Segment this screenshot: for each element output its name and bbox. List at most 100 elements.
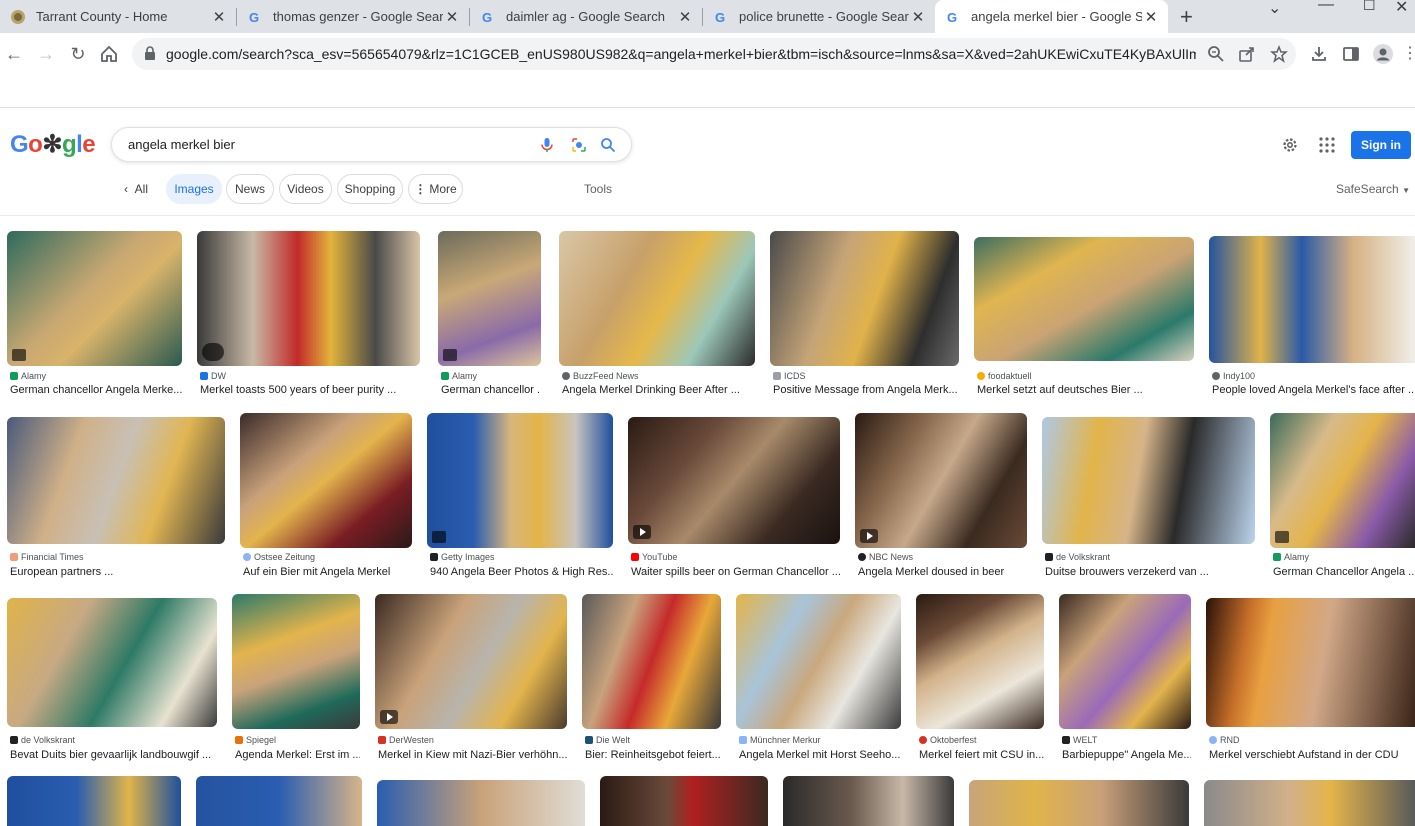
tab-more[interactable]: ⋮ More [408, 174, 463, 204]
result-thumbnail[interactable] [736, 594, 901, 729]
forward-arrow-icon[interactable]: → [34, 42, 58, 66]
tab-images[interactable]: Images [166, 174, 222, 204]
image-result[interactable]: Alamy German chancellor ... [438, 231, 541, 396]
tools-button[interactable]: Tools [584, 182, 612, 196]
result-caption[interactable]: Waiter spills beer on German Chancellor … [631, 566, 840, 578]
address-bar[interactable]: google.com/search?sca_esv=565654079&rlz=… [132, 38, 1296, 70]
result-caption[interactable]: Merkel in Kiew mit Nazi-Bier verhöhn... [378, 749, 567, 761]
bookmark-star-icon[interactable] [1270, 45, 1288, 63]
result-thumbnail[interactable] [375, 594, 567, 729]
result-source[interactable]: ICDS [773, 371, 806, 381]
result-thumbnail[interactable] [628, 417, 840, 544]
image-result[interactable]: Die Welt Bier: Reinheitsgebot feiert... [582, 594, 721, 763]
browser-tab[interactable]: G thomas genzer - Google Search ✕ [237, 0, 469, 33]
reload-icon[interactable]: ↻ [66, 42, 90, 66]
result-caption[interactable]: Merkel feiert mit CSU in... [919, 749, 1044, 761]
image-result[interactable] [783, 776, 954, 826]
result-thumbnail[interactable] [7, 231, 182, 366]
result-source[interactable]: Alamy [1273, 552, 1309, 562]
maximize-button[interactable]: ☐ [1363, 0, 1376, 14]
result-caption[interactable]: Bevat Duits bier gevaarlijk landbouwgif … [10, 749, 217, 761]
image-result[interactable] [377, 780, 585, 826]
tab-news[interactable]: News [226, 174, 274, 204]
zoom-icon[interactable] [1207, 45, 1225, 63]
home-icon[interactable] [99, 44, 119, 64]
search-box[interactable]: angela merkel bier [111, 127, 632, 162]
result-thumbnail[interactable] [427, 413, 613, 548]
result-caption[interactable]: German chancellor ... [441, 384, 541, 396]
image-result[interactable]: Alamy German Chancellor Angela ... [1270, 413, 1415, 580]
result-thumbnail[interactable] [196, 776, 362, 826]
side-panel-icon[interactable] [1342, 45, 1360, 63]
browser-tab[interactable]: Tarrant County - Home ✕ [0, 0, 236, 33]
image-result[interactable]: Oktoberfest Merkel feiert mit CSU in... [916, 594, 1044, 763]
result-source[interactable]: Alamy [10, 371, 46, 381]
result-caption[interactable]: Merkel verschiebt Aufstand in der CDU [1209, 749, 1415, 761]
image-result[interactable] [969, 780, 1189, 826]
image-result[interactable]: DerWesten Merkel in Kiew mit Nazi-Bier v… [375, 594, 567, 763]
result-caption[interactable]: Positive Message from Angela Merk... [773, 384, 959, 396]
result-thumbnail[interactable] [1206, 598, 1415, 727]
sign-in-button[interactable]: Sign in [1351, 131, 1411, 159]
image-result[interactable]: Getty Images 940 Angela Beer Photos & Hi… [427, 413, 613, 580]
result-source[interactable]: Alamy [441, 371, 477, 381]
result-thumbnail[interactable] [855, 413, 1027, 548]
result-thumbnail[interactable] [1209, 236, 1415, 363]
result-thumbnail[interactable] [240, 413, 412, 548]
tab-videos[interactable]: Videos [279, 174, 332, 204]
tab-search-chevron-icon[interactable]: ⌄ [1268, 0, 1281, 18]
result-thumbnail[interactable] [1270, 413, 1415, 548]
result-caption[interactable]: Duitse brouwers verzekerd van ... [1045, 566, 1255, 578]
result-source[interactable]: WELT [1062, 735, 1097, 745]
result-caption[interactable]: European partners ... [10, 566, 225, 578]
result-caption[interactable]: 940 Angela Beer Photos & High Res... [430, 566, 613, 578]
result-thumbnail[interactable] [974, 237, 1194, 361]
google-logo[interactable]: Go✻gle [10, 130, 96, 159]
result-thumbnail[interactable] [7, 776, 181, 826]
result-source[interactable]: Oktoberfest [919, 735, 977, 745]
result-thumbnail[interactable] [969, 780, 1189, 826]
close-icon[interactable]: ✕ [909, 8, 927, 26]
result-thumbnail[interactable] [600, 776, 768, 826]
close-icon[interactable]: ✕ [676, 8, 694, 26]
result-source[interactable]: RND [1209, 735, 1240, 745]
image-result[interactable] [7, 776, 181, 826]
image-result[interactable]: DW Merkel toasts 500 years of beer purit… [197, 231, 420, 396]
result-caption[interactable]: Angela Merkel mit Horst Seeho... [739, 749, 901, 761]
result-caption[interactable]: Merkel toasts 500 years of beer purity .… [200, 384, 420, 396]
close-icon[interactable]: ✕ [210, 8, 228, 26]
result-source[interactable]: Financial Times [10, 552, 84, 562]
back-arrow-icon[interactable]: ← [2, 42, 26, 66]
microphone-icon[interactable] [539, 137, 555, 153]
result-source[interactable]: DerWesten [378, 735, 434, 745]
download-icon[interactable] [1310, 45, 1328, 63]
image-result[interactable]: RND Merkel verschiebt Aufstand in der CD… [1206, 598, 1415, 763]
tab-shopping[interactable]: Shopping [337, 174, 403, 204]
result-source[interactable]: NBC News [858, 552, 913, 562]
image-result[interactable]: Indy100 People loved Angela Merkel's fac… [1209, 236, 1415, 396]
result-caption[interactable]: German chancellor Angela Merke... [10, 384, 182, 396]
share-icon[interactable] [1238, 45, 1256, 63]
result-source[interactable]: Münchner Merkur [739, 735, 821, 745]
result-source[interactable]: BuzzFeed News [562, 371, 639, 381]
result-thumbnail[interactable] [197, 231, 420, 366]
result-source[interactable]: Spiegel [235, 735, 276, 745]
image-result[interactable]: NBC News Angela Merkel doused in beer [855, 413, 1027, 580]
result-thumbnail[interactable] [1042, 417, 1255, 544]
image-result[interactable]: foodaktuell Merkel setzt auf deutsches B… [974, 237, 1194, 396]
result-source[interactable]: Die Welt [585, 735, 630, 745]
result-thumbnail[interactable] [582, 594, 721, 729]
result-thumbnail[interactable] [1204, 780, 1415, 826]
safesearch-menu[interactable]: SafeSearch ▼ [1336, 182, 1410, 196]
image-result[interactable] [1204, 780, 1415, 826]
result-thumbnail[interactable] [7, 417, 225, 544]
new-tab-button[interactable]: + [1180, 4, 1193, 30]
result-thumbnail[interactable] [232, 594, 360, 729]
image-result[interactable]: Alamy German chancellor Angela Merke... [7, 231, 182, 396]
result-caption[interactable]: People loved Angela Merkel's face after … [1212, 384, 1415, 396]
result-thumbnail[interactable] [559, 231, 755, 366]
gear-icon[interactable] [1281, 136, 1299, 154]
image-result[interactable]: Spiegel Agenda Merkel: Erst im ... [232, 594, 360, 763]
result-source[interactable]: YouTube [631, 552, 677, 562]
result-caption[interactable]: Angela Merkel Drinking Beer After ... [562, 384, 755, 396]
